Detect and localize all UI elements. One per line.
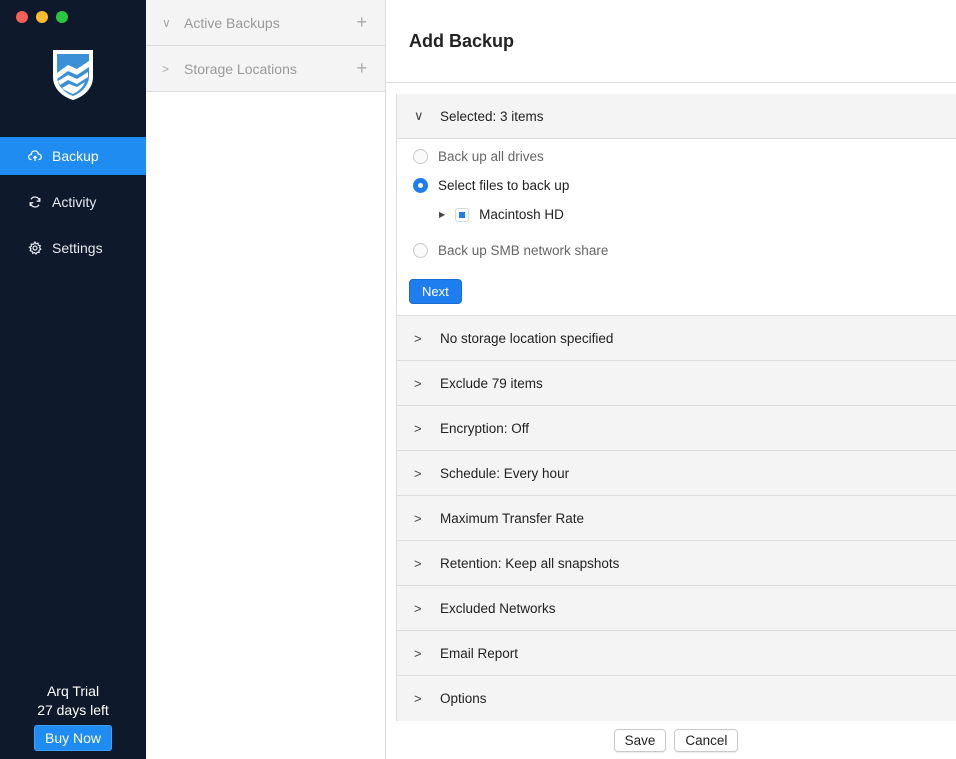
tree-item-label: Macintosh HD: [479, 207, 564, 222]
window-controls: [16, 11, 68, 23]
sidebar-item-label: Backup: [52, 148, 99, 164]
section-label: Retention: Keep all snapshots: [440, 555, 620, 571]
storage-locations-label: Storage Locations: [184, 60, 297, 77]
refresh-icon: [28, 195, 42, 209]
dialog-footer: Save Cancel: [386, 721, 956, 759]
section-email-report[interactable]: > Email Report: [397, 631, 956, 676]
main-content: Add Backup ∨ Selected: 3 items Back up a…: [386, 0, 956, 759]
page-title: Add Backup: [409, 30, 515, 51]
arq-logo-icon: [53, 50, 93, 100]
chevron-right-icon: >: [414, 645, 422, 661]
smb-share-option[interactable]: Back up SMB network share: [413, 243, 608, 258]
radio-select-files[interactable]: [413, 178, 428, 193]
section-encryption[interactable]: > Encryption: Off: [397, 406, 956, 451]
section-excluded-networks[interactable]: > Excluded Networks: [397, 586, 956, 631]
disclosure-triangle-icon[interactable]: ▶: [439, 210, 445, 219]
selected-items-body: Back up all drives Select files to back …: [397, 139, 956, 316]
file-tree-item[interactable]: ▶ Macintosh HD: [439, 207, 564, 222]
option-label: Select files to back up: [438, 178, 570, 193]
chevron-right-icon: >: [414, 600, 422, 616]
back-up-all-drives-option[interactable]: Back up all drives: [413, 149, 544, 164]
zoom-window-button[interactable]: [56, 11, 68, 23]
active-backups-row[interactable]: ∨ Active Backups +: [146, 0, 385, 46]
chevron-right-icon: >: [414, 510, 422, 526]
radio-all-drives[interactable]: [413, 149, 428, 164]
chevron-right-icon: >: [414, 420, 422, 436]
section-storage-location[interactable]: > No storage location specified: [397, 316, 956, 361]
select-files-option[interactable]: Select files to back up: [413, 178, 569, 193]
section-selected-items[interactable]: ∨ Selected: 3 items: [397, 94, 956, 139]
chevron-down-icon: ∨: [414, 108, 424, 123]
option-label: Back up SMB network share: [438, 243, 609, 258]
sidebar-item-label: Activity: [52, 194, 97, 210]
section-options[interactable]: > Options: [397, 676, 956, 721]
trial-panel: Arq Trial 27 days left Buy Now: [0, 683, 146, 759]
chevron-right-icon: >: [414, 465, 422, 481]
section-schedule[interactable]: > Schedule: Every hour: [397, 451, 956, 496]
section-retention[interactable]: > Retention: Keep all snapshots: [397, 541, 956, 586]
chevron-right-icon: >: [414, 691, 422, 706]
section-transfer-rate[interactable]: > Maximum Transfer Rate: [397, 496, 956, 541]
sidebar-item-activity[interactable]: Activity: [0, 183, 146, 221]
minimize-window-button[interactable]: [36, 11, 48, 23]
next-button[interactable]: Next: [409, 279, 462, 304]
chevron-right-icon: >: [414, 330, 422, 346]
section-label: Maximum Transfer Rate: [440, 510, 585, 526]
chevron-down-icon: ∨: [162, 15, 171, 30]
cancel-button[interactable]: Cancel: [674, 728, 739, 752]
chevron-right-icon: >: [414, 375, 422, 391]
sidebar: Backup Activity Settings Arq Trial 27 da…: [0, 0, 146, 759]
section-label: Selected: 3 items: [440, 108, 544, 124]
backup-settings-panel: ∨ Selected: 3 items Back up all drives S…: [396, 94, 956, 721]
add-backup-plus-icon[interactable]: +: [356, 12, 367, 33]
section-exclusions[interactable]: > Exclude 79 items: [397, 361, 956, 406]
sidebar-item-label: Settings: [52, 240, 103, 256]
section-label: Encryption: Off: [440, 420, 530, 436]
section-label: No storage location specified: [440, 330, 614, 346]
radio-smb-share[interactable]: [413, 243, 428, 258]
section-label: Excluded Networks: [440, 600, 556, 616]
chevron-right-icon: >: [162, 61, 170, 76]
sidebar-item-settings[interactable]: Settings: [0, 229, 146, 267]
cloud-upload-icon: [28, 149, 42, 163]
backups-list-panel: ∨ Active Backups + > Storage Locations +: [146, 0, 386, 759]
section-label: Schedule: Every hour: [440, 465, 570, 481]
chevron-right-icon: >: [414, 555, 422, 571]
buy-now-button[interactable]: Buy Now: [33, 725, 113, 751]
sidebar-nav: Backup Activity Settings: [0, 137, 146, 275]
section-label: Options: [440, 691, 487, 706]
gear-icon: [28, 241, 42, 255]
main-header: Add Backup: [386, 0, 956, 83]
option-label: Back up all drives: [438, 149, 544, 164]
section-label: Email Report: [440, 645, 519, 661]
trial-days-left: 27 days left: [37, 702, 109, 718]
partial-checkbox[interactable]: [455, 207, 470, 222]
save-button[interactable]: Save: [613, 728, 667, 752]
close-window-button[interactable]: [16, 11, 28, 23]
add-storage-plus-icon[interactable]: +: [356, 58, 367, 79]
sidebar-item-backup[interactable]: Backup: [0, 137, 146, 175]
trial-title: Arq Trial: [46, 683, 100, 699]
section-label: Exclude 79 items: [440, 375, 543, 391]
active-backups-label: Active Backups: [184, 14, 280, 31]
storage-locations-row[interactable]: > Storage Locations +: [146, 46, 385, 92]
